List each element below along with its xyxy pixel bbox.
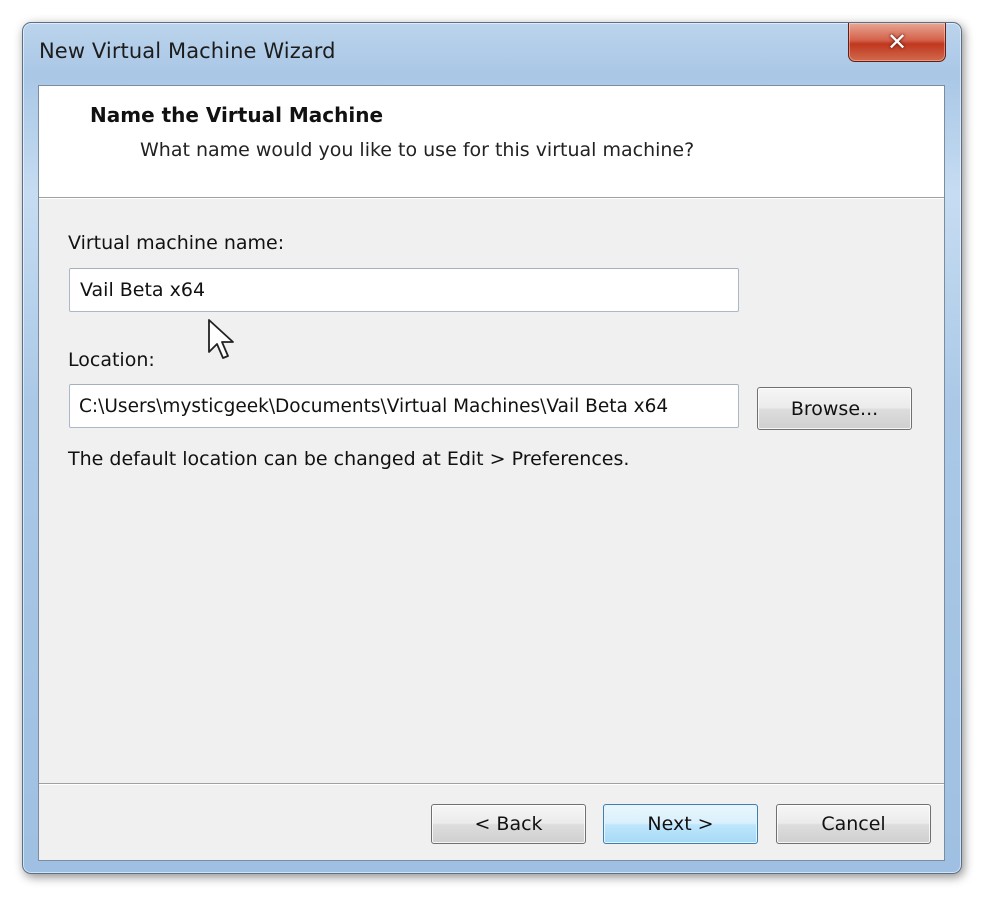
header-divider [39,197,944,199]
vm-name-input[interactable] [69,268,739,312]
page-title: Name the Virtual Machine [90,103,384,127]
next-button[interactable]: Next > [603,804,758,844]
browse-button[interactable]: Browse... [757,387,912,430]
footer-divider [39,783,944,785]
back-button[interactable]: < Back [431,804,586,844]
wizard-content: Name the Virtual Machine What name would… [38,85,945,861]
wizard-window: New Virtual Machine Wizard ✕ Name the Vi… [22,22,962,874]
mouse-pointer-icon [208,319,234,359]
location-label: Location: [68,349,155,371]
close-button[interactable]: ✕ [848,23,946,62]
close-icon: ✕ [886,28,908,56]
wizard-header: Name the Virtual Machine What name would… [39,86,944,197]
location-input[interactable] [69,384,739,428]
vm-name-label: Virtual machine name: [68,232,285,254]
page-subtitle: What name would you like to use for this… [140,139,695,161]
cancel-button[interactable]: Cancel [776,804,931,844]
window-title: New Virtual Machine Wizard [39,39,336,63]
location-hint: The default location can be changed at E… [68,448,630,470]
